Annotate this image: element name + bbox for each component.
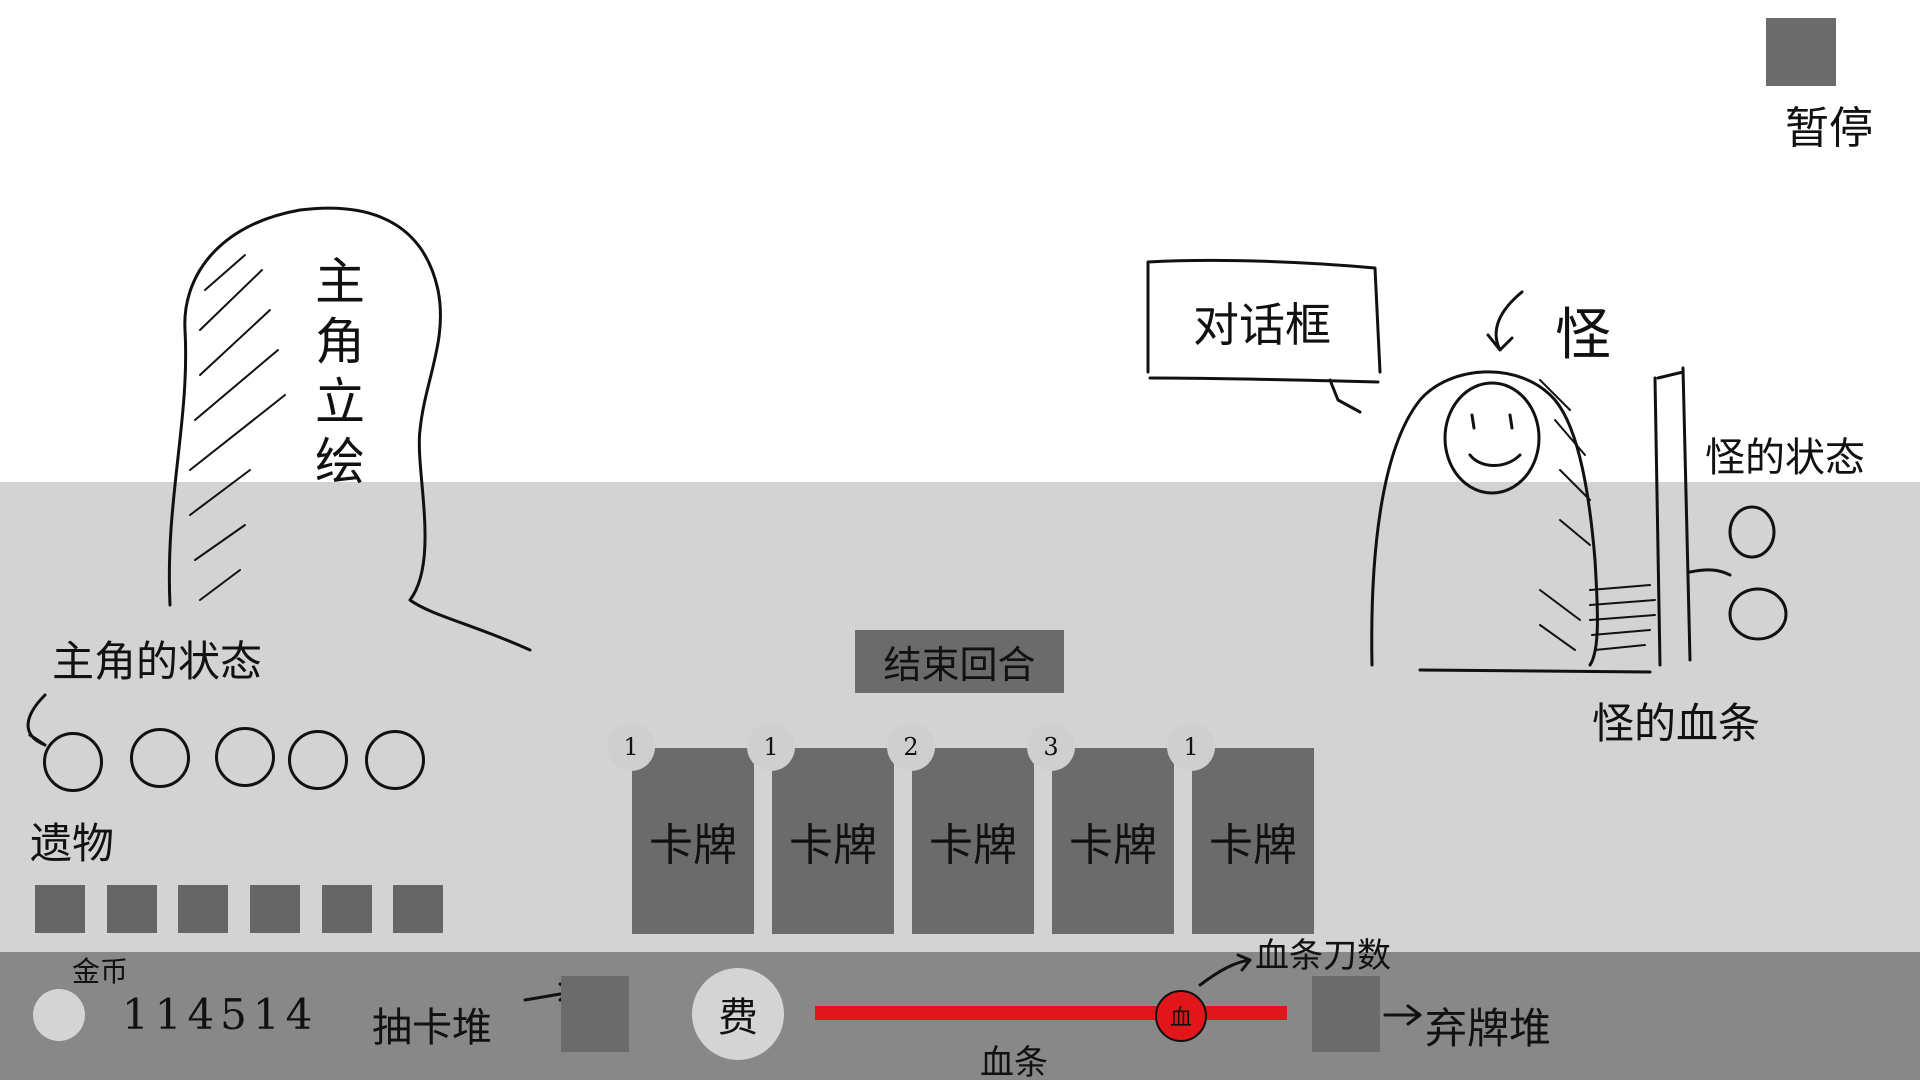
card-cost-badge: 1 xyxy=(747,723,795,771)
hand-card[interactable]: 卡牌 xyxy=(772,748,894,934)
monster-dialog-text: 对话框 xyxy=(1193,298,1331,352)
hp-bar-label: 血条 xyxy=(980,1043,1048,1083)
hero-status-slot xyxy=(365,730,425,790)
hand-card[interactable]: 卡牌 xyxy=(1192,748,1314,934)
pause-button[interactable] xyxy=(1766,18,1836,86)
end-turn-button[interactable]: 结束回合 xyxy=(855,630,1064,693)
player-hp-marker: 血 xyxy=(1155,990,1207,1042)
hero-status-slot xyxy=(215,727,275,787)
battle-stage-background xyxy=(0,0,1920,482)
energy-orb: 费 xyxy=(692,968,784,1060)
monster-label: 怪 xyxy=(1555,303,1611,368)
gold-coin-icon xyxy=(33,989,85,1041)
relic-slot[interactable] xyxy=(322,885,372,933)
relic-slot[interactable] xyxy=(35,885,85,933)
relic-slot[interactable] xyxy=(250,885,300,933)
card-cost-badge: 3 xyxy=(1027,723,1075,771)
monster-hp-label: 怪的血条 xyxy=(1592,699,1761,748)
hero-status-label: 主角的状态 xyxy=(52,637,263,686)
hand-card[interactable]: 卡牌 xyxy=(912,748,1034,934)
relic-slot[interactable] xyxy=(178,885,228,933)
gold-value: 114514 xyxy=(122,990,319,1039)
hero-art-label: 主角立绘 xyxy=(307,255,365,495)
pause-label: 暂停 xyxy=(1785,103,1873,154)
card-cost-badge: 2 xyxy=(887,723,935,771)
card-cost-badge: 1 xyxy=(607,723,655,771)
relic-slot[interactable] xyxy=(107,885,157,933)
draw-pile-button[interactable] xyxy=(561,976,629,1052)
hero-status-slot xyxy=(288,730,348,790)
hero-status-slot xyxy=(43,732,103,792)
monster-status-label: 怪的状态 xyxy=(1705,435,1865,481)
discard-pile-button[interactable] xyxy=(1312,976,1380,1052)
gold-label: 金币 xyxy=(72,955,129,988)
hp-count-label: 血条刀数 xyxy=(1255,936,1391,976)
draw-pile-label: 抽卡堆 xyxy=(372,1005,492,1051)
discard-pile-label: 弃牌堆 xyxy=(1425,1004,1552,1053)
card-cost-badge: 1 xyxy=(1167,723,1215,771)
relics-label: 遗物 xyxy=(30,819,115,868)
hand-card[interactable]: 卡牌 xyxy=(632,748,754,934)
relic-slot[interactable] xyxy=(393,885,443,933)
hand-card[interactable]: 卡牌 xyxy=(1052,748,1174,934)
hero-status-slot xyxy=(130,728,190,788)
player-hp-bar xyxy=(815,1006,1287,1020)
